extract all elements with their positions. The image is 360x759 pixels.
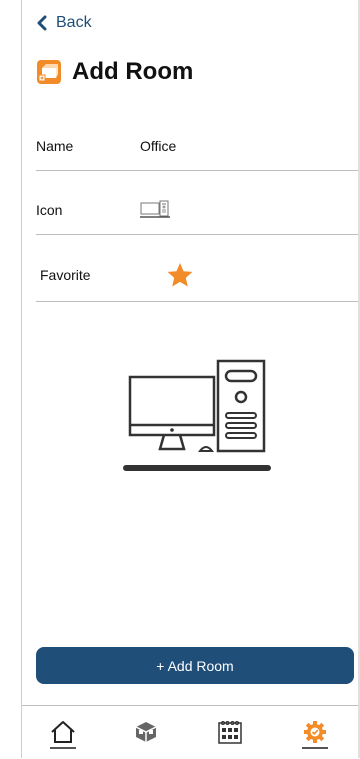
favorite-row[interactable]: Favorite bbox=[36, 262, 358, 288]
device-cube-icon bbox=[135, 722, 157, 742]
add-room-label: + Add Room bbox=[156, 657, 234, 674]
tab-devices[interactable] bbox=[134, 720, 158, 744]
name-label: Name bbox=[36, 138, 74, 154]
computer-icon[interactable] bbox=[140, 200, 172, 220]
divider bbox=[36, 170, 358, 171]
chevron-left-icon bbox=[37, 15, 47, 31]
icon-label: Icon bbox=[36, 202, 63, 218]
icon-row[interactable]: Icon bbox=[36, 200, 358, 220]
tab-settings[interactable] bbox=[302, 720, 328, 749]
computer-preview-icon bbox=[123, 359, 271, 471]
gear-icon bbox=[304, 721, 326, 743]
name-row[interactable]: Name Office bbox=[36, 138, 358, 154]
name-value[interactable]: Office bbox=[140, 138, 176, 154]
tab-scenes[interactable] bbox=[218, 720, 242, 744]
home-icon bbox=[51, 721, 75, 743]
calendar-grid-icon bbox=[218, 721, 242, 744]
tab-underline bbox=[50, 747, 76, 749]
back-button[interactable]: Back bbox=[36, 14, 92, 32]
star-icon[interactable] bbox=[166, 262, 194, 288]
page-header: Add Room bbox=[36, 58, 193, 86]
add-room-button[interactable]: + Add Room bbox=[36, 647, 354, 684]
add-room-screen: Back Add Room Name Office Icon Favorite … bbox=[0, 0, 360, 758]
favorite-label: Favorite bbox=[40, 267, 91, 283]
tab-underline bbox=[302, 747, 328, 749]
tab-home[interactable] bbox=[50, 720, 76, 749]
left-border bbox=[21, 0, 22, 758]
divider bbox=[36, 301, 358, 302]
page-title: Add Room bbox=[72, 58, 194, 85]
divider bbox=[36, 234, 358, 235]
room-box-icon bbox=[37, 60, 61, 84]
back-label: Back bbox=[56, 14, 92, 31]
bottom-tab-bar bbox=[22, 705, 358, 759]
